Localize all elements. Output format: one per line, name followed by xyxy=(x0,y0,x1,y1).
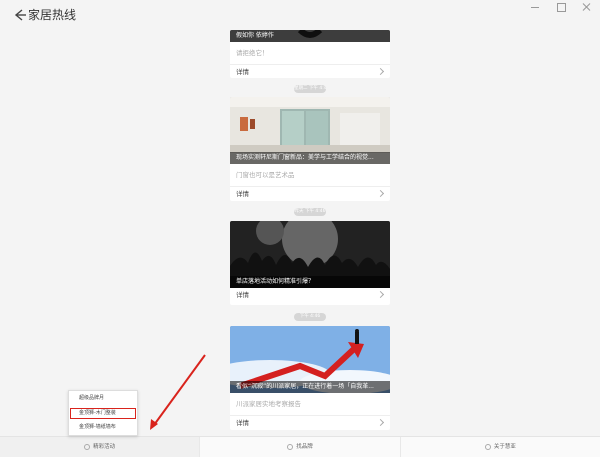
article-card[interactable]: 看似“沉寂”的川派家居，正在进行着一场「自我革... 川派家居实地考察报告 详情 xyxy=(230,326,390,430)
back-arrow-icon[interactable] xyxy=(12,7,28,23)
details-label: 详情 xyxy=(236,68,249,76)
minimize-icon[interactable] xyxy=(528,2,542,12)
details-link[interactable]: 详情 xyxy=(230,65,390,78)
article-caption: 看似“沉寂”的川派家居，正在进行着一场「自我革... xyxy=(230,381,390,393)
article-card[interactable]: 假如你 依婷作 请拒绝它！ 详情 xyxy=(230,30,390,78)
details-link[interactable]: 详情 xyxy=(230,288,390,302)
details-link[interactable]: 详情 xyxy=(230,187,390,201)
article-card[interactable]: 单店落地活动如何精准引爆？ 详情 xyxy=(230,221,390,305)
menu-icon xyxy=(484,443,491,450)
window-controls xyxy=(528,2,594,12)
article-image: 假如你 依婷作 xyxy=(230,30,390,42)
details-label: 详情 xyxy=(236,291,249,299)
tab-about[interactable]: 关于慧亚 xyxy=(401,437,600,457)
article-caption: 单店落地活动如何精准引爆？ xyxy=(230,276,390,288)
article-caption: 假如你 依婷作 xyxy=(230,30,390,42)
date-pill: 下午 4:46 xyxy=(294,313,326,321)
article-card[interactable]: 现场实测轩尼斯门窗新品：美学与工学结合的视觉... 门窗也可以是艺术品 详情 xyxy=(230,97,390,201)
menu-icon xyxy=(287,443,294,450)
chevron-right-icon xyxy=(376,67,385,76)
date-pill: 昨天 下午 4:46 xyxy=(294,208,326,216)
article-subtitle: 请拒绝它！ xyxy=(230,42,390,65)
chevron-right-icon xyxy=(376,418,385,427)
submenu-popup: 超级品牌月 金顶狮-木门整装 金顶狮-墙纸墙布 xyxy=(68,390,138,436)
submenu-item[interactable]: 超级品牌月 xyxy=(69,392,137,405)
chevron-right-icon xyxy=(376,290,385,299)
article-subtitle: 川派家居实地考察报告 xyxy=(230,393,390,416)
article-image: 单店落地活动如何精准引爆？ xyxy=(230,221,390,288)
tab-activities[interactable]: 精彩活动 xyxy=(0,437,201,457)
article-caption: 现场实测轩尼斯门窗新品：美学与工学结合的视觉... xyxy=(230,152,390,164)
date-pill: 星期二 下午 4:46 xyxy=(294,85,326,93)
menu-icon xyxy=(84,443,91,450)
details-label: 详情 xyxy=(236,190,249,198)
maximize-icon[interactable] xyxy=(554,2,568,12)
tab-label: 找品牌 xyxy=(296,444,313,450)
article-image: 看似“沉寂”的川派家居，正在进行着一场「自我革... xyxy=(230,326,390,393)
submenu-item[interactable]: 金顶狮-墙纸墙布 xyxy=(69,421,137,434)
article-subtitle: 门窗也可以是艺术品 xyxy=(230,164,390,187)
submenu-item-highlighted[interactable]: 金顶狮-木门整装 xyxy=(69,407,137,420)
page-title: 家居热线 xyxy=(28,8,77,22)
close-icon[interactable] xyxy=(580,2,594,12)
article-image: 现场实测轩尼斯门窗新品：美学与工学结合的视觉... xyxy=(230,97,390,164)
details-link[interactable]: 详情 xyxy=(230,416,390,430)
app-header: 家居热线 xyxy=(0,0,600,30)
tab-label: 精彩活动 xyxy=(93,444,116,450)
details-label: 详情 xyxy=(236,419,249,427)
tab-find-brand[interactable]: 找品牌 xyxy=(200,437,401,457)
tab-label: 关于慧亚 xyxy=(493,444,516,450)
bottom-nav: 精彩活动 找品牌 关于慧亚 xyxy=(0,436,600,457)
chevron-right-icon xyxy=(376,189,385,198)
